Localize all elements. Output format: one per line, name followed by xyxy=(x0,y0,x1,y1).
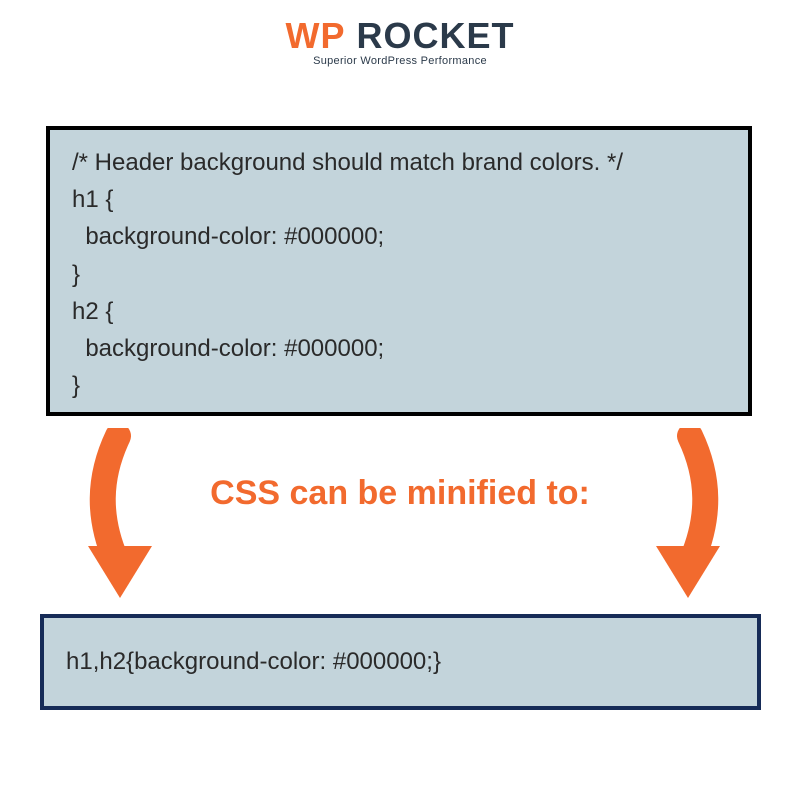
arrow-down-icon xyxy=(78,428,168,608)
wp-rocket-logo: WP ROCKET Superior WordPress Performance xyxy=(286,18,515,67)
logo-wp: WP xyxy=(286,15,346,56)
logo-rocket: ROCKET xyxy=(346,15,515,56)
code-after-minify: h1,h2{background-color: #000000;} xyxy=(40,614,761,710)
logo-title: WP ROCKET xyxy=(286,18,515,54)
arrow-down-icon xyxy=(640,428,730,608)
logo-tagline: Superior WordPress Performance xyxy=(286,56,515,67)
code-before-minify: /* Header background should match brand … xyxy=(46,126,752,416)
